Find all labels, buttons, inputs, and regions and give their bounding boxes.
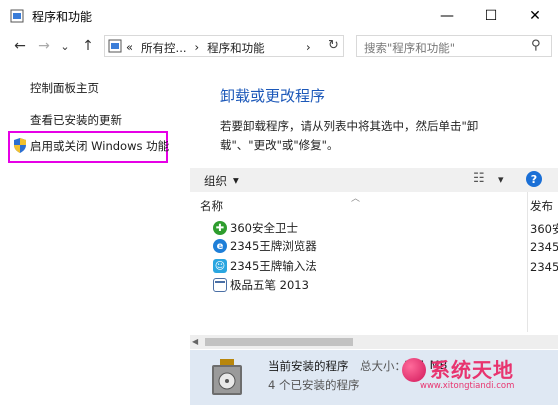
breadcrumb-separator[interactable]: ›: [195, 40, 200, 56]
program-row[interactable]: 极品五笔 2013: [213, 276, 309, 294]
plus-shield-icon: ✚: [213, 221, 227, 235]
publisher-cell: 2345: [530, 260, 558, 274]
control-panel-icon: [10, 9, 24, 23]
refresh-button[interactable]: ↻: [328, 38, 339, 53]
organize-label: 组织: [204, 174, 227, 188]
column-header-publisher[interactable]: 发布: [530, 198, 558, 214]
input-method-icon: ☺: [213, 259, 227, 273]
column-divider: [527, 192, 528, 332]
up-button[interactable]: ↑: [80, 37, 96, 55]
scroll-left-icon[interactable]: ◀: [192, 337, 198, 346]
program-name: 2345王牌输入法: [230, 259, 317, 273]
breadcrumb-programs-features[interactable]: 程序和功能: [207, 40, 265, 56]
publisher-cell: 2345: [530, 240, 558, 254]
total-size-label: 总大小：: [360, 359, 406, 373]
breadcrumb: « 所有控... › 程序和功能: [126, 40, 265, 56]
maximize-button[interactable]: ☐: [469, 0, 513, 32]
back-button[interactable]: ←: [12, 37, 28, 55]
installer-disc-icon: [210, 357, 244, 400]
program-name: 360安全卫士: [230, 221, 298, 235]
view-dropdown-icon[interactable]: ▾: [498, 173, 504, 186]
page-description: 若要卸载程序，请从列表中将其选中，然后单击"卸载"、"更改"或"修复"。: [220, 119, 479, 152]
installed-programs-label: 当前安装的程序: [268, 359, 349, 373]
column-header-name[interactable]: 名称: [200, 198, 223, 214]
program-row[interactable]: ✚ 360安全卫士: [213, 219, 298, 237]
uac-shield-icon: [13, 138, 27, 156]
view-options-icon[interactable]: ☷: [473, 171, 485, 186]
scrollbar-thumb[interactable]: [205, 338, 353, 346]
address-dropdown-icon[interactable]: ›: [306, 40, 311, 54]
forward-button[interactable]: →: [36, 37, 52, 55]
organize-chevron-icon: ▾: [233, 173, 239, 187]
search-icon[interactable]: ⚲: [531, 38, 541, 53]
breadcrumb-all-control-panel[interactable]: 所有控...: [141, 40, 186, 56]
breadcrumb-overflow[interactable]: «: [126, 40, 133, 56]
recent-locations-dropdown[interactable]: ⌄: [57, 37, 73, 55]
browser-e-icon: e: [213, 239, 227, 253]
address-icon: [108, 39, 122, 56]
search-placeholder: 搜索"程序和功能": [364, 41, 456, 55]
control-panel-home-link[interactable]: 控制面板主页: [30, 80, 99, 96]
minimize-button[interactable]: —: [425, 0, 469, 32]
program-name: 极品五笔 2013: [230, 278, 309, 292]
window-title: 程序和功能: [32, 10, 93, 24]
view-installed-updates-link[interactable]: 查看已安装的更新: [30, 112, 122, 128]
help-icon[interactable]: ?: [526, 171, 542, 187]
program-row[interactable]: ☺ 2345王牌输入法: [213, 257, 317, 275]
sort-ascending-icon: ︿: [351, 194, 361, 204]
watermark-url: www.xitongtiandi.com: [420, 381, 515, 391]
publisher-cell: 360安: [530, 222, 558, 236]
watermark-logo-icon: [402, 358, 426, 382]
program-count: 4 个已安装的程序: [268, 378, 360, 392]
organize-button[interactable]: 组织 ▾: [204, 173, 239, 189]
close-button[interactable]: ✕: [513, 0, 557, 32]
program-name: 2345王牌浏览器: [230, 239, 317, 253]
page-title: 卸载或更改程序: [220, 87, 326, 105]
windows-features-link[interactable]: 启用或关闭 Windows 功能: [30, 138, 169, 154]
watermark-brand: 系统天地: [430, 358, 514, 382]
program-row[interactable]: e 2345王牌浏览器: [213, 237, 317, 255]
window-app-icon: [213, 278, 227, 292]
